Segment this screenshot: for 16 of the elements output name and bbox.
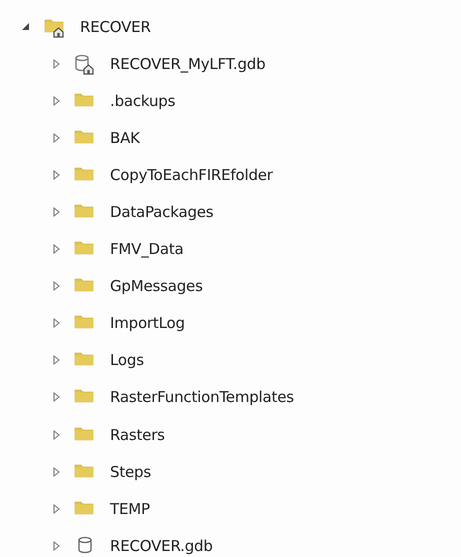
tree-item[interactable]: CopyToEachFIREfolder — [110, 166, 273, 184]
tree-item[interactable]: Logs — [110, 351, 144, 370]
tree-item[interactable]: GpMessages — [110, 277, 203, 296]
tree-item[interactable]: BAK — [110, 128, 140, 147]
tree-item[interactable]: RECOVER — [80, 18, 151, 36]
tree-item[interactable]: ImportLog — [110, 314, 185, 332]
tree-item[interactable]: DataPackages — [110, 203, 214, 222]
tree-item[interactable]: FMV_Data — [110, 240, 184, 258]
tree-item[interactable]: RasterFunctionTemplates — [110, 388, 294, 406]
tree-item[interactable]: RECOVER_MyLFT.gdb — [110, 54, 266, 73]
database-house-icon — [74, 52, 96, 75]
tree-item[interactable]: .backups — [110, 92, 176, 110]
tree-item[interactable]: TEMP — [110, 500, 150, 518]
tree-item[interactable]: Rasters — [110, 426, 165, 444]
tree-item[interactable]: Steps — [110, 462, 151, 481]
tree-item[interactable]: RECOVER.gdb — [110, 536, 213, 555]
